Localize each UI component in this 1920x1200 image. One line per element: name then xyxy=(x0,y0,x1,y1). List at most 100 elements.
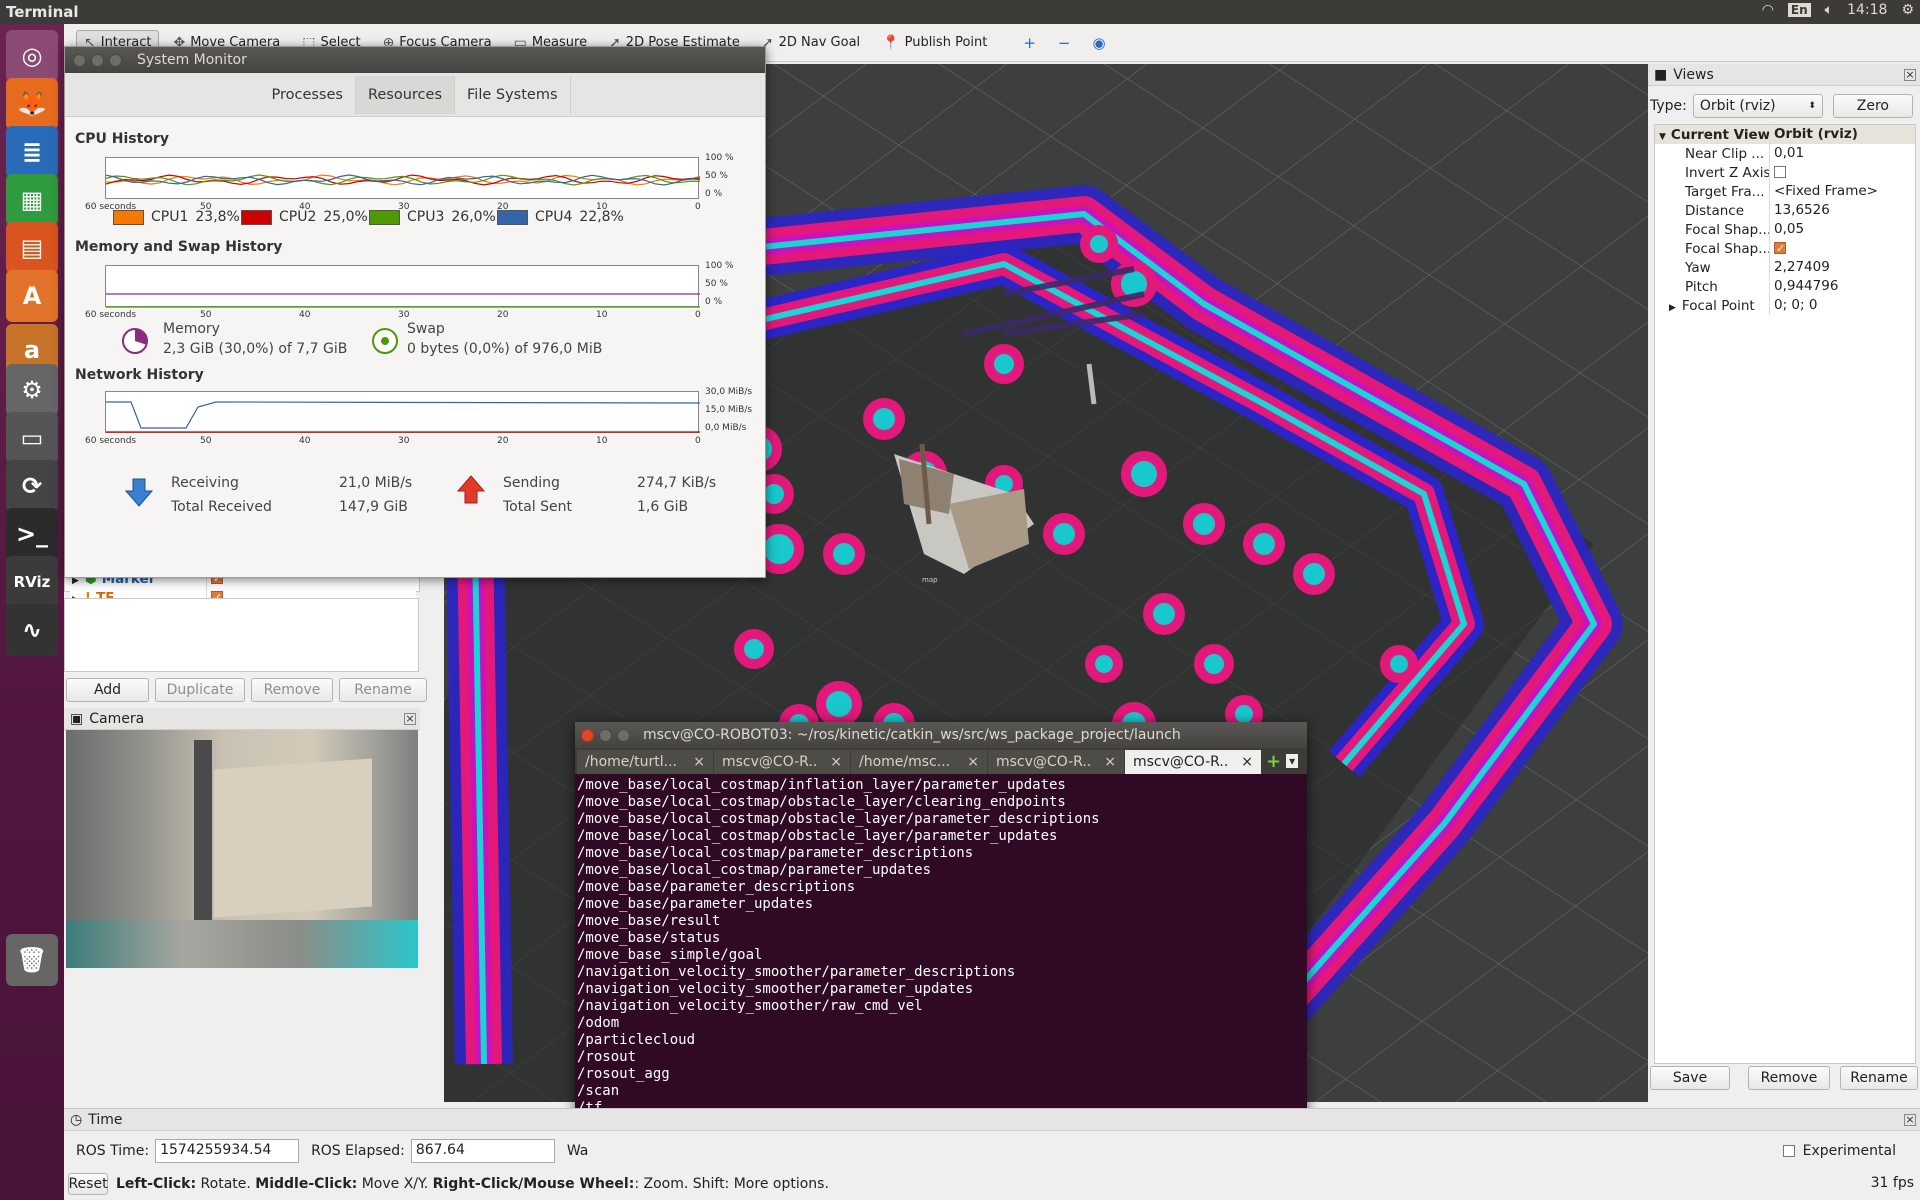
session-gear-icon[interactable]: ⚙ xyxy=(1901,2,1914,18)
terminal-tab[interactable]: mscv@CO-R... × xyxy=(714,750,850,774)
tab-resources[interactable]: Resources xyxy=(355,75,456,114)
rviz-icon[interactable]: RViz xyxy=(6,556,58,608)
software-center-icon[interactable]: A xyxy=(6,270,58,322)
cpu-color-swatch[interactable] xyxy=(113,209,144,225)
view-prop-row[interactable]: ▶ Focal Point 0; 0; 0 xyxy=(1655,296,1915,315)
files-icon[interactable]: ▭ xyxy=(6,412,58,464)
cpu-legend-value: 26,0% xyxy=(451,209,496,225)
view-prop-row[interactable]: Target Fra... <Fixed Frame> xyxy=(1655,182,1915,201)
view-prop-row[interactable]: Near Clip ... 0,01 xyxy=(1655,144,1915,163)
duplicate-display-button[interactable]: Duplicate xyxy=(155,678,245,702)
updater-icon[interactable]: ⟳ xyxy=(6,460,58,512)
close-camera-panel-icon[interactable]: × xyxy=(404,712,416,725)
view-prop-value[interactable]: 2,27409 xyxy=(1769,258,1915,277)
rename-view-button[interactable]: Rename xyxy=(1840,1066,1918,1090)
view-prop-value[interactable]: 13,6526 xyxy=(1769,201,1915,220)
wifi-icon[interactable]: ◠ xyxy=(1762,2,1774,18)
terminal-tab[interactable]: mscv@CO-R... × xyxy=(1125,750,1261,774)
tool-2d-nav-goal[interactable]: ➚ 2D Nav Goal xyxy=(754,30,868,56)
remove-view-button[interactable]: Remove xyxy=(1748,1066,1830,1090)
ubuntu-dash-icon[interactable]: ◎ xyxy=(6,30,58,82)
view-prop-value[interactable]: 0,01 xyxy=(1769,144,1915,163)
view-prop-row[interactable]: Focal Shap... 0,05 xyxy=(1655,220,1915,239)
system-monitor-titlebar[interactable]: System Monitor xyxy=(65,47,765,73)
memory-history-title: Memory and Swap History xyxy=(75,239,283,255)
expand-arrow-icon[interactable]: ▼ xyxy=(1659,132,1666,142)
view-prop-value[interactable] xyxy=(1769,163,1915,182)
reset-button[interactable]: Reset xyxy=(68,1173,108,1195)
volume-icon[interactable]: 🔈︎ xyxy=(1825,2,1833,18)
settings-icon[interactable]: ⚙ xyxy=(6,364,58,416)
close-tab-icon[interactable]: × xyxy=(693,754,705,770)
view-type-select[interactable]: Orbit (rviz) ⬍ xyxy=(1692,94,1823,118)
terminal-icon[interactable]: >_ xyxy=(6,508,58,560)
view-prop-label: Focal Shap... xyxy=(1685,240,1769,257)
close-window-icon[interactable] xyxy=(581,728,594,742)
close-window-icon[interactable] xyxy=(73,53,86,67)
view-type-value: Orbit (rviz) xyxy=(1699,98,1776,114)
close-tab-icon[interactable]: × xyxy=(967,754,979,770)
close-tab-icon[interactable]: × xyxy=(1241,754,1253,770)
add-tool-icon[interactable]: + xyxy=(1015,29,1044,57)
maximize-window-icon[interactable] xyxy=(617,728,630,742)
view-prop-row[interactable]: Focal Shap... xyxy=(1655,239,1915,258)
view-prop-value[interactable]: <Fixed Frame> xyxy=(1769,182,1915,201)
experimental-label: Experimental xyxy=(1802,1143,1896,1159)
clock[interactable]: 14:18 xyxy=(1847,2,1887,18)
cpu-legend-value: 25,0% xyxy=(323,209,368,225)
view-prop-row[interactable]: Yaw 2,27409 xyxy=(1655,258,1915,277)
system-monitor-icon[interactable]: ∿ xyxy=(6,604,58,656)
camera-type-icon[interactable]: ◉ xyxy=(1085,29,1114,57)
terminal-tab[interactable]: /home/msc... × xyxy=(851,750,987,774)
terminal-tab[interactable]: mscv@CO-R... × xyxy=(988,750,1124,774)
view-prop-row[interactable]: Invert Z Axis xyxy=(1655,163,1915,182)
zero-button[interactable]: Zero xyxy=(1832,94,1913,118)
trash-icon[interactable]: 🗑 xyxy=(6,934,58,986)
firefox-icon[interactable]: 🦊 xyxy=(6,78,58,130)
expand-arrow-icon[interactable]: ▶ xyxy=(1669,303,1676,313)
camera-floor xyxy=(66,920,418,968)
close-time-panel-icon[interactable]: × xyxy=(1904,1113,1916,1126)
view-prop-row[interactable]: Distance 13,6526 xyxy=(1655,201,1915,220)
view-prop-label: Distance xyxy=(1685,202,1745,219)
tab-processes[interactable]: Processes xyxy=(259,75,356,114)
add-display-button[interactable]: Add xyxy=(66,678,149,702)
cpu-color-swatch[interactable] xyxy=(497,209,528,225)
view-prop-checkbox[interactable] xyxy=(1774,239,1786,258)
view-prop-value[interactable]: 0; 0; 0 xyxy=(1769,296,1915,315)
new-tab-icon[interactable]: + xyxy=(1262,751,1285,772)
experimental-checkbox[interactable] xyxy=(1782,1145,1795,1157)
minimize-window-icon[interactable] xyxy=(599,728,612,742)
view-prop-value[interactable]: 0,944796 xyxy=(1769,277,1915,296)
rename-display-button[interactable]: Rename xyxy=(339,678,427,702)
keyboard-layout-indicator[interactable]: En xyxy=(1787,3,1811,17)
view-prop-value[interactable]: 0,05 xyxy=(1769,220,1915,239)
calc-icon[interactable]: ▦ xyxy=(6,174,58,226)
minimize-window-icon[interactable] xyxy=(91,53,104,67)
current-view-row[interactable]: ▼ Current View Orbit (rviz) xyxy=(1655,125,1915,144)
close-views-panel-icon[interactable]: × xyxy=(1904,68,1916,81)
terminal-tab[interactable]: /home/turtl... × xyxy=(577,750,713,774)
view-prop-value[interactable] xyxy=(1769,239,1915,258)
save-view-button[interactable]: Save xyxy=(1650,1066,1730,1090)
view-prop-row[interactable]: Pitch 0,944796 xyxy=(1655,277,1915,296)
cpu-legend-label: CPU1 xyxy=(151,209,189,225)
view-prop-rows: Near Clip ... 0,01 Invert Z Axis Target Fra… xyxy=(1655,144,1915,315)
ros-elapsed-field[interactable]: 867.64 xyxy=(410,1139,555,1163)
terminal-titlebar[interactable]: mscv@CO-ROBOT03: ~/ros/kinetic/catkin_ws… xyxy=(575,722,1307,748)
ros-time-field[interactable]: 1574255934.54 xyxy=(155,1139,300,1163)
remove-tool-icon[interactable]: − xyxy=(1050,29,1079,57)
close-tab-icon[interactable]: × xyxy=(1104,754,1116,770)
impress-icon[interactable]: ▤ xyxy=(6,222,58,274)
maximize-window-icon[interactable] xyxy=(109,53,122,67)
swap-pie-icon xyxy=(371,327,399,359)
writer-icon[interactable]: ≣ xyxy=(6,126,58,178)
cpu-color-swatch[interactable] xyxy=(241,209,272,225)
remove-display-button[interactable]: Remove xyxy=(251,678,333,702)
tab-file-systems[interactable]: File Systems xyxy=(455,75,571,114)
cpu-color-swatch[interactable] xyxy=(369,209,400,225)
tool-publish-point[interactable]: 📍 Publish Point xyxy=(874,30,995,56)
view-prop-checkbox[interactable] xyxy=(1774,166,1786,178)
close-tab-icon[interactable]: × xyxy=(830,754,842,770)
tab-menu-icon[interactable]: ▾ xyxy=(1286,754,1299,768)
